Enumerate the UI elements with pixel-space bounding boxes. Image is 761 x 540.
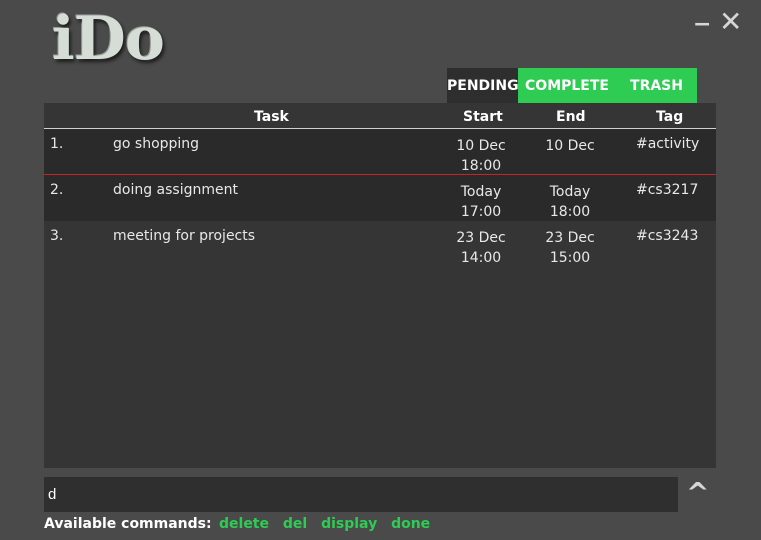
- command-suggestion-del[interactable]: del: [283, 516, 307, 532]
- start-date: 10 Dec: [456, 138, 506, 154]
- tab-trash[interactable]: TRASH: [616, 68, 697, 103]
- end-time: 15:00: [549, 250, 591, 266]
- start-time: 17:00: [460, 204, 502, 220]
- task-table: Task Start End Tag 1. go shopping 10 Dec…: [44, 103, 716, 468]
- start-date: 23 Dec: [456, 230, 506, 246]
- task-tag: #cs3243: [636, 228, 699, 244]
- task-end: Today 18:00: [530, 182, 610, 222]
- start-time: 14:00: [460, 250, 502, 266]
- table-row[interactable]: 1. go shopping 10 Dec 18:00 10 Dec #acti…: [44, 129, 716, 175]
- chevron-up-icon[interactable]: ^: [686, 476, 709, 509]
- header-end: End: [556, 109, 586, 125]
- minimize-icon[interactable]: −: [693, 12, 711, 37]
- tab-bar: PENDING COMPLETE TRASH: [447, 68, 697, 103]
- row-number: 2.: [50, 182, 64, 198]
- task-name: doing assignment: [113, 182, 238, 198]
- start-time: 18:00: [460, 158, 502, 174]
- start-date: Today: [460, 184, 502, 200]
- table-header: Task Start End Tag: [44, 103, 716, 129]
- end-date: 10 Dec: [545, 138, 595, 154]
- task-tag: #activity: [636, 136, 700, 152]
- task-name: meeting for projects: [113, 228, 256, 244]
- task-name: go shopping: [113, 136, 200, 152]
- header-tag: Tag: [656, 109, 684, 125]
- close-icon[interactable]: ✕: [719, 5, 742, 38]
- app-logo: iDo: [52, 4, 165, 74]
- task-end: 23 Dec 15:00: [530, 228, 610, 268]
- task-tag: #cs3217: [636, 182, 699, 198]
- task-start: Today 17:00: [442, 182, 520, 222]
- tab-pending[interactable]: PENDING: [447, 68, 519, 103]
- row-number: 1.: [50, 136, 64, 152]
- command-input[interactable]: [44, 477, 678, 512]
- end-date: Today: [549, 184, 591, 200]
- row-number: 3.: [50, 228, 64, 244]
- header-start: Start: [463, 109, 503, 125]
- task-end: 10 Dec: [530, 136, 610, 156]
- table-row[interactable]: 3. meeting for projects 23 Dec 14:00 23 …: [44, 221, 716, 267]
- end-time: 18:00: [549, 204, 591, 220]
- command-suggestion-delete[interactable]: delete: [219, 516, 269, 532]
- available-commands-label: Available commands:: [44, 516, 212, 532]
- tab-complete[interactable]: COMPLETE: [518, 68, 616, 103]
- command-suggestion-done[interactable]: done: [391, 516, 430, 532]
- task-start: 23 Dec 14:00: [442, 228, 520, 268]
- table-row[interactable]: 2. doing assignment Today 17:00 Today 18…: [44, 175, 716, 221]
- end-date: 23 Dec: [545, 230, 595, 246]
- header-task: Task: [254, 109, 289, 125]
- command-suggestion-display[interactable]: display: [321, 516, 377, 532]
- task-start: 10 Dec 18:00: [442, 136, 520, 176]
- available-commands-list: delete del display done: [219, 516, 439, 532]
